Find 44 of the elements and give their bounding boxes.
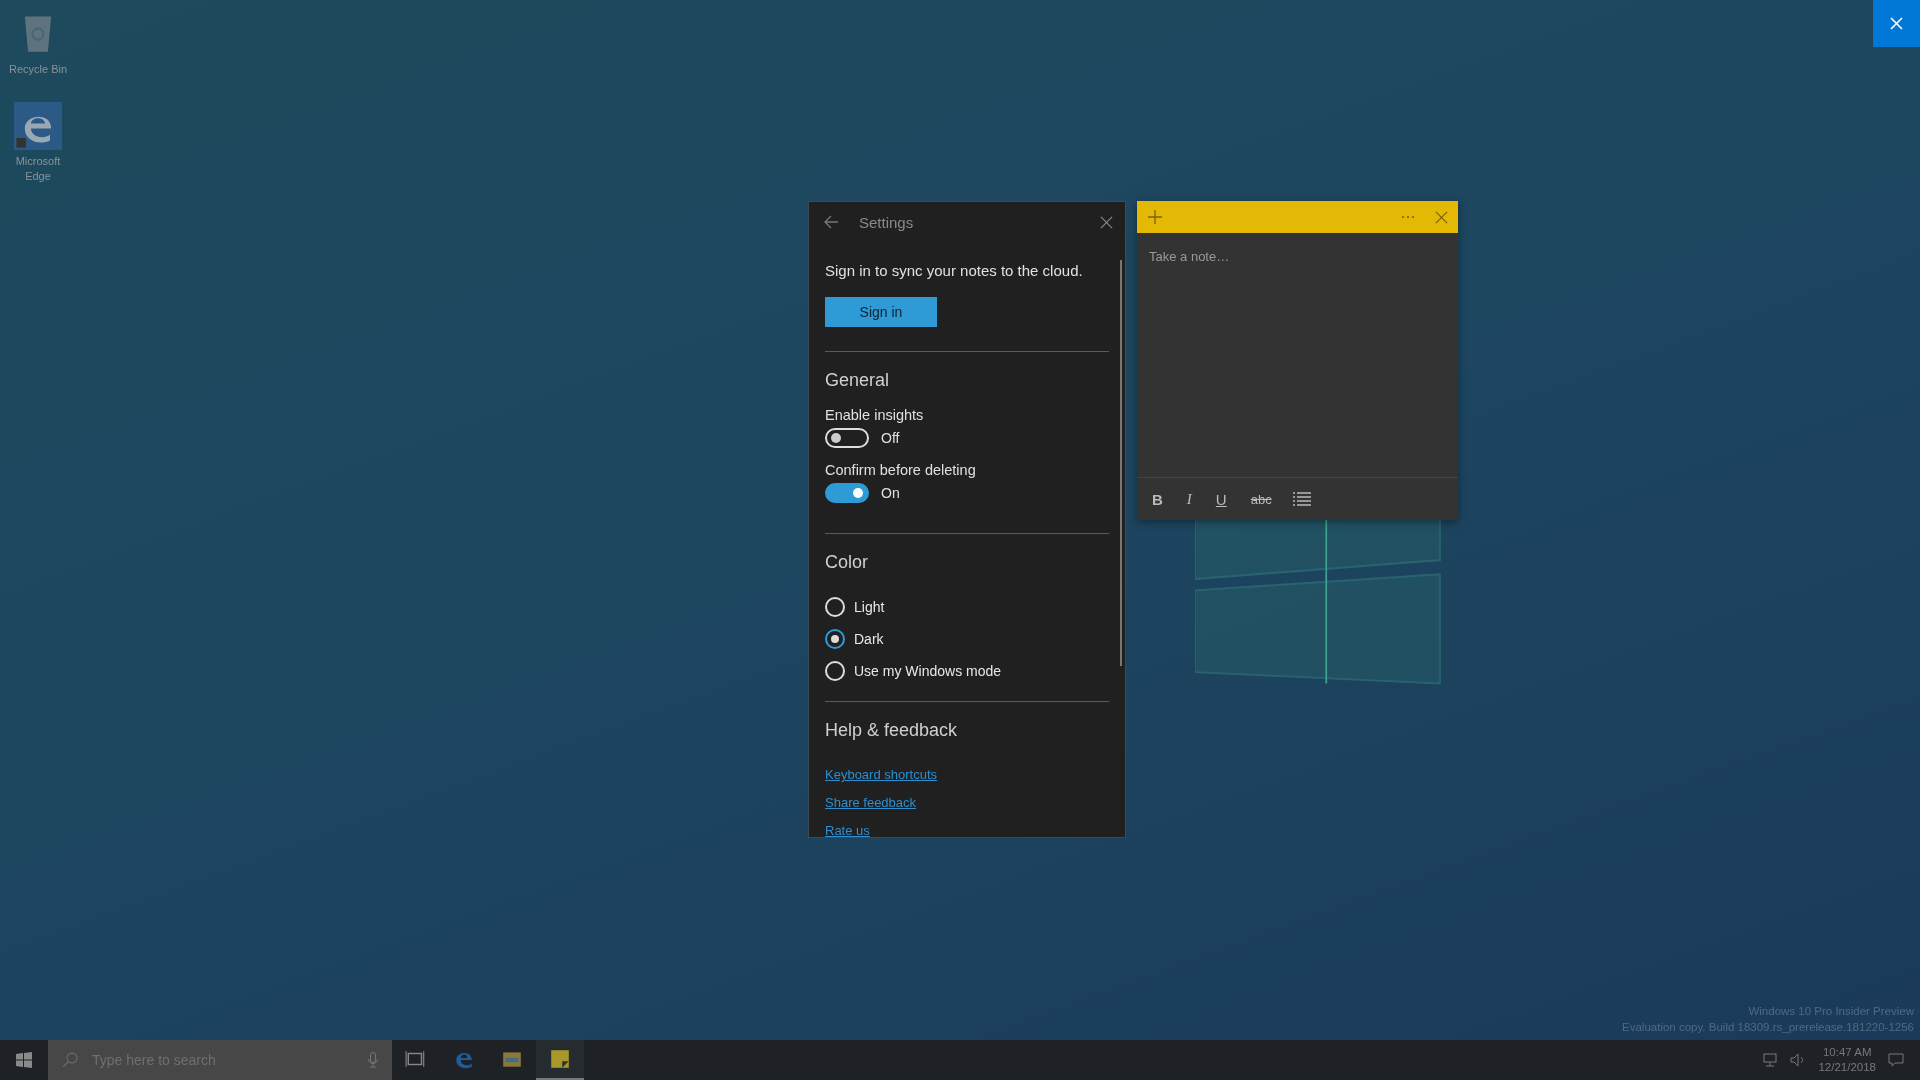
note-input[interactable]: Take a note… (1137, 245, 1458, 267)
scrollbar[interactable] (1120, 260, 1122, 666)
desktop-icon-label: Recycle Bin (8, 62, 68, 77)
microphone-icon[interactable] (368, 1052, 378, 1068)
section-heading: Color (825, 552, 868, 573)
search-icon (62, 1052, 78, 1068)
section-heading: Help & feedback (825, 720, 958, 741)
bold-button[interactable]: B (1149, 490, 1166, 508)
list-icon[interactable] (1292, 492, 1311, 506)
panel-title: Settings (859, 213, 915, 231)
back-icon[interactable] (823, 214, 839, 230)
radio-label: Use my Windows mode (854, 663, 1002, 679)
toggle-state: On (881, 485, 900, 501)
toggle-label: Confirm before deleting (825, 462, 976, 478)
note-icon (549, 1048, 571, 1070)
radio-label: Dark (854, 631, 884, 647)
clock-time[interactable]: 10:47 AM (1822, 1045, 1872, 1060)
strikethrough-button[interactable]: abc (1247, 491, 1275, 507)
section-heading: General (825, 370, 890, 391)
close-icon[interactable] (1100, 215, 1113, 229)
browser-icon[interactable] (14, 102, 62, 151)
close-icon[interactable] (1435, 210, 1448, 224)
help-link[interactable]: Rate us (825, 823, 937, 838)
sync-message: Sign in to sync your notes to the cloud. (825, 262, 1083, 279)
notification-icon[interactable] (1888, 1052, 1904, 1068)
sign-in-button[interactable]: Sign in (825, 297, 937, 327)
more-icon[interactable] (1401, 215, 1415, 219)
network-icon[interactable] (1762, 1052, 1779, 1068)
task-view-icon (405, 1048, 427, 1070)
help-link[interactable]: Keyboard shortcuts (825, 767, 937, 782)
help-link[interactable]: Share feedback (825, 795, 937, 810)
close-icon[interactable] (1873, 0, 1920, 47)
desktop-icon-label: Microsoft Edge (14, 154, 62, 183)
clock-date[interactable]: 12/21/2018 (1818, 1060, 1876, 1075)
add-icon[interactable] (1147, 209, 1163, 225)
italic-button[interactable]: I (1183, 490, 1195, 508)
radio-label: Light (854, 599, 885, 615)
underline-button[interactable]: U (1212, 490, 1230, 508)
toggle-state: Off (881, 430, 900, 446)
radio-button[interactable] (825, 629, 845, 649)
taskbar-app[interactable] (536, 1040, 584, 1080)
windows-logo-icon[interactable] (16, 1052, 32, 1068)
toggle-switch[interactable] (825, 483, 869, 503)
toggle-label: Enable insights (825, 407, 924, 423)
